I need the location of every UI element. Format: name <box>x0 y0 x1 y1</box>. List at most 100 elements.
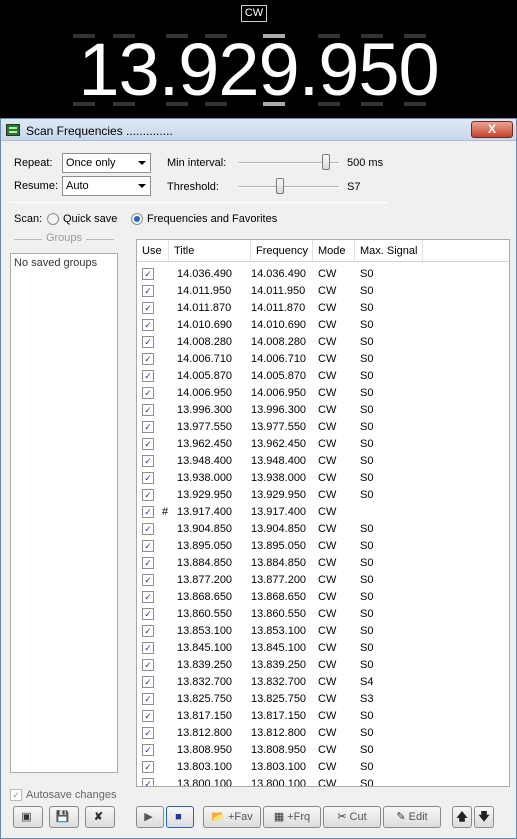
use-checkbox[interactable]: ✓ <box>142 285 154 297</box>
table-row[interactable]: ✓ 14.006.710 14.006.710 CW S0 <box>137 351 509 368</box>
use-checkbox[interactable]: ✓ <box>142 489 154 501</box>
add-favorite-button[interactable]: 📂 +Fav <box>203 806 261 828</box>
table-row[interactable]: ✓ 13.948.400 13.948.400 CW S0 <box>137 453 509 470</box>
table-row[interactable]: ✓ 13.832.700 13.832.700 CW S4 <box>137 674 509 691</box>
table-row[interactable]: ✓ 13.895.050 13.895.050 CW S0 <box>137 538 509 555</box>
table-row[interactable]: ✓ #13.917.400 13.917.400 CW <box>137 504 509 521</box>
delete-group-button[interactable]: ✘ <box>85 806 115 828</box>
use-checkbox[interactable]: ✓ <box>142 540 154 552</box>
table-row[interactable]: ✓ 13.877.200 13.877.200 CW S0 <box>137 572 509 589</box>
table-row[interactable]: ✓ 13.860.550 13.860.550 CW S0 <box>137 606 509 623</box>
use-checkbox[interactable]: ✓ <box>142 387 154 399</box>
use-checkbox[interactable]: ✓ <box>142 761 154 773</box>
use-checkbox[interactable]: ✓ <box>142 472 154 484</box>
repeat-select[interactable]: Once only <box>62 153 151 173</box>
table-row[interactable]: ✓ 13.884.850 13.884.850 CW S0 <box>137 555 509 572</box>
use-checkbox[interactable]: ✓ <box>142 523 154 535</box>
table-row[interactable]: ✓ 13.800.100 13.800.100 CW S0 <box>137 776 509 786</box>
use-checkbox[interactable]: ✓ <box>142 370 154 382</box>
table-row[interactable]: ✓ 13.808.950 13.808.950 CW S0 <box>137 742 509 759</box>
use-checkbox[interactable]: ✓ <box>142 778 154 786</box>
quick-save-radio[interactable] <box>47 213 59 225</box>
title-bar[interactable]: Scan Frequencies .............. X <box>1 119 516 141</box>
add-frequency-button[interactable]: ▦ +Frq <box>263 806 321 828</box>
autosave-checkbox[interactable]: ✓ <box>10 789 22 801</box>
new-group-button[interactable]: ▣ <box>13 806 43 828</box>
table-row[interactable]: ✓ 13.812.800 13.812.800 CW S0 <box>137 725 509 742</box>
row-title: 13.917.400 <box>177 506 233 518</box>
quick-save-label[interactable]: Quick save <box>63 213 117 225</box>
table-row[interactable]: ✓ 13.817.150 13.817.150 CW S0 <box>137 708 509 725</box>
use-checkbox[interactable]: ✓ <box>142 642 154 654</box>
use-checkbox[interactable]: ✓ <box>142 591 154 603</box>
table-row[interactable]: ✓ 13.938.000 13.938.000 CW S0 <box>137 470 509 487</box>
use-checkbox[interactable]: ✓ <box>142 404 154 416</box>
table-row[interactable]: ✓ 13.962.450 13.962.450 CW S0 <box>137 436 509 453</box>
column-header-title[interactable]: Title <box>169 240 251 262</box>
add-frequency-label: +Frq <box>287 811 311 823</box>
table-row[interactable]: ✓ 13.977.550 13.977.550 CW S0 <box>137 419 509 436</box>
row-title: 13.996.300 <box>177 404 233 416</box>
table-row[interactable]: ✓ 14.011.870 14.011.870 CW S0 <box>137 300 509 317</box>
table-row[interactable]: ✓ 13.904.850 13.904.850 CW S0 <box>137 521 509 538</box>
row-max-signal: S0 <box>360 608 374 620</box>
table-row[interactable]: ✓ 13.929.950 13.929.950 CW S0 <box>137 487 509 504</box>
groups-list[interactable]: No saved groups <box>10 253 118 773</box>
table-row[interactable]: ✓ 13.845.100 13.845.100 CW S0 <box>137 640 509 657</box>
use-checkbox[interactable]: ✓ <box>142 574 154 586</box>
use-checkbox[interactable]: ✓ <box>142 676 154 688</box>
table-row[interactable]: ✓ 14.006.950 14.006.950 CW S0 <box>137 385 509 402</box>
table-row[interactable]: ✓ 13.803.100 13.803.100 CW S0 <box>137 759 509 776</box>
use-checkbox[interactable]: ✓ <box>142 625 154 637</box>
table-row[interactable]: ✓ 14.008.280 14.008.280 CW S0 <box>137 334 509 351</box>
table-row[interactable]: ✓ 13.825.750 13.825.750 CW S3 <box>137 691 509 708</box>
use-checkbox[interactable]: ✓ <box>142 438 154 450</box>
frequency-display[interactable]: 13.929.950 <box>0 30 517 110</box>
use-checkbox[interactable]: ✓ <box>142 659 154 671</box>
table-row[interactable]: ✓ 14.036.490 14.036.490 CW S0 <box>137 266 509 283</box>
table-row[interactable]: ✓ 13.853.100 13.853.100 CW S0 <box>137 623 509 640</box>
use-checkbox[interactable]: ✓ <box>142 506 154 518</box>
row-max-signal: S0 <box>360 268 374 280</box>
close-button[interactable]: X <box>471 121 513 138</box>
use-checkbox[interactable]: ✓ <box>142 744 154 756</box>
use-checkbox[interactable]: ✓ <box>142 455 154 467</box>
table-row[interactable]: ✓ 13.996.300 13.996.300 CW S0 <box>137 402 509 419</box>
stop-button[interactable]: ■ <box>166 806 194 828</box>
cut-button[interactable]: ✂ Cut <box>323 806 381 828</box>
move-down-button[interactable]: 🡇 <box>474 806 494 828</box>
column-header-mode[interactable]: Mode <box>313 240 355 262</box>
frequencies-favorites-radio[interactable] <box>131 213 143 225</box>
column-header-frequency[interactable]: Frequency <box>251 240 313 262</box>
edit-button[interactable]: ✎ Edit <box>383 806 441 828</box>
use-checkbox[interactable]: ✓ <box>142 421 154 433</box>
save-group-button[interactable]: 💾 <box>49 806 79 828</box>
use-checkbox[interactable]: ✓ <box>142 557 154 569</box>
use-checkbox[interactable]: ✓ <box>142 302 154 314</box>
frequencies-favorites-label[interactable]: Frequencies and Favorites <box>147 213 277 225</box>
row-title: 13.812.800 <box>177 727 233 739</box>
table-row[interactable]: ✓ 14.005.870 14.005.870 CW S0 <box>137 368 509 385</box>
move-up-button[interactable]: 🡅 <box>452 806 472 828</box>
threshold-slider-thumb[interactable] <box>275 178 284 194</box>
use-checkbox[interactable]: ✓ <box>142 710 154 722</box>
column-header-max-signal[interactable]: Max. Signal <box>355 240 423 262</box>
play-button[interactable]: ▶ <box>136 806 164 828</box>
use-checkbox[interactable]: ✓ <box>142 319 154 331</box>
use-checkbox[interactable]: ✓ <box>142 727 154 739</box>
resume-select[interactable]: Auto <box>62 176 151 196</box>
use-checkbox[interactable]: ✓ <box>142 353 154 365</box>
frequencies-table[interactable]: Use Title Frequency Mode Max. Signal ✓ 14… <box>136 239 510 787</box>
column-header-use[interactable]: Use <box>137 240 169 262</box>
table-row[interactable]: ✓ 14.010.690 14.010.690 CW S0 <box>137 317 509 334</box>
mode-badge[interactable]: CW <box>241 5 267 22</box>
table-row[interactable]: ✓ 13.839.250 13.839.250 CW S0 <box>137 657 509 674</box>
threshold-slider-track[interactable] <box>239 186 339 188</box>
use-checkbox[interactable]: ✓ <box>142 693 154 705</box>
use-checkbox[interactable]: ✓ <box>142 336 154 348</box>
min-interval-slider-thumb[interactable] <box>321 154 330 170</box>
table-row[interactable]: ✓ 13.868.650 13.868.650 CW S0 <box>137 589 509 606</box>
table-row[interactable]: ✓ 14.011.950 14.011.950 CW S0 <box>137 283 509 300</box>
use-checkbox[interactable]: ✓ <box>142 268 154 280</box>
use-checkbox[interactable]: ✓ <box>142 608 154 620</box>
